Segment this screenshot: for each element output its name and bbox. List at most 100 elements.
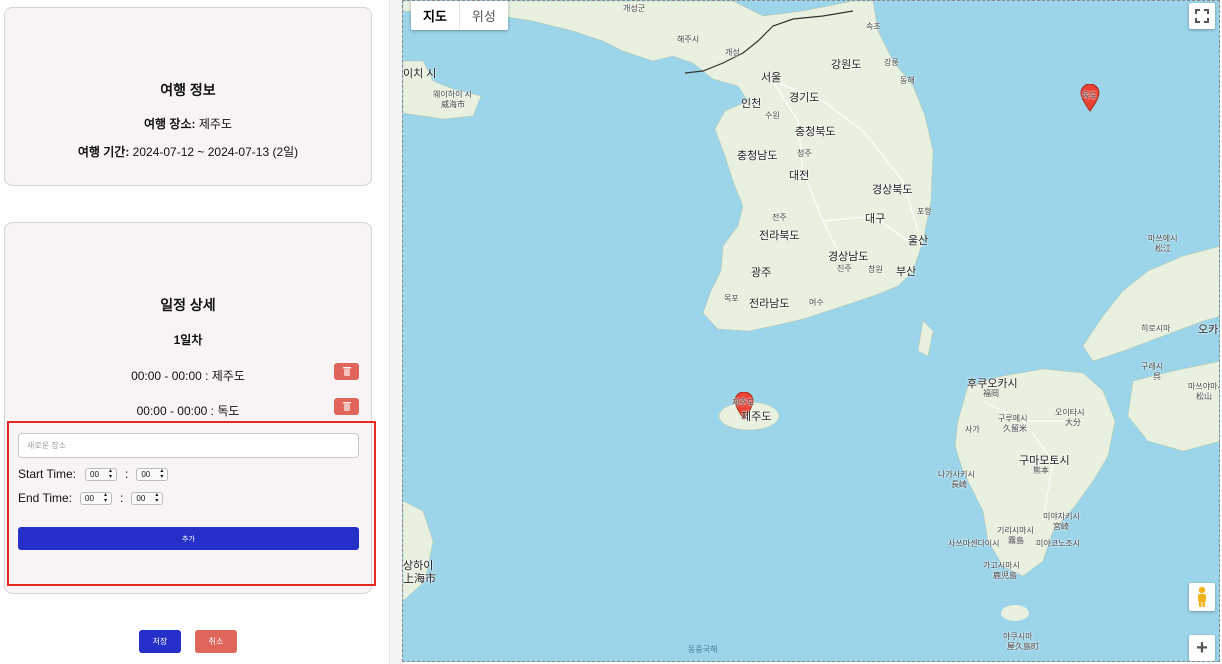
- map-type-satellite-button[interactable]: 위성: [460, 1, 508, 30]
- delete-button[interactable]: [334, 363, 359, 380]
- map-label: 上海市: [403, 573, 436, 585]
- start-minute-select[interactable]: 00 ▴ ▾: [136, 467, 169, 481]
- china-coast: [403, 500, 434, 602]
- trip-period-line: 여행 기간: 2024-07-12 ~ 2024-07-13 (2일): [5, 143, 371, 160]
- start-hour-select[interactable]: 00 ▴ ▾: [85, 467, 118, 481]
- map-label: 청주: [797, 149, 812, 158]
- jeju-pin-label: 제주도: [732, 398, 755, 407]
- end-hour-select[interactable]: 00 ▴ ▾: [80, 491, 113, 505]
- time-separator: :: [120, 491, 124, 505]
- day-label: 1일차: [173, 333, 203, 347]
- map-label: 속초: [866, 22, 881, 31]
- schedule-title: 일정 상세: [160, 297, 216, 313]
- trip-period-value: 2024-07-12 ~ 2024-07-13 (2일): [132, 145, 299, 159]
- end-hour-value: 00: [85, 493, 94, 503]
- map-label: 해주시: [677, 35, 700, 44]
- end-minute-select[interactable]: 00 ▴ ▾: [131, 491, 164, 505]
- trip-info-card: 여행 정보 여행 장소: 제주도 여행 기간: 2024-07-12 ~ 202…: [4, 7, 372, 186]
- trip-period-label: 여행 기간:: [77, 145, 130, 159]
- end-time-row: End Time: 00 ▴ ▾ : 00 ▴ ▾: [18, 491, 164, 505]
- honshu-land: [1082, 246, 1219, 362]
- trip-info-title: 여행 정보: [160, 82, 216, 98]
- schedule-item-text: 00:00 - 00:00 : 독도: [136, 404, 240, 418]
- map-label: 宮崎: [1053, 522, 1069, 531]
- tsushima: [917, 320, 934, 357]
- map-label: 미야코노조시: [1036, 539, 1081, 548]
- add-schedule-form: Start Time: 00 ▴▾ : 00 ▴▾ End Time: 00 ▴▾ :…: [7, 421, 376, 586]
- trip-place-line: 여행 장소: 제주도: [5, 115, 371, 132]
- map-label: 威海市: [441, 100, 465, 109]
- map-label: 개성: [725, 48, 740, 57]
- map-label: 충청북도: [795, 126, 836, 138]
- new-place-input[interactable]: [18, 433, 359, 458]
- map-label: 久留米: [1003, 424, 1027, 433]
- map-label: 사가: [965, 425, 980, 434]
- left-panel: 여행 정보 여행 장소: 제주도 여행 기간: 2024-07-12 ~ 202…: [0, 0, 390, 664]
- map-label: 사쓰마센다이시: [948, 539, 1000, 548]
- start-time-row: Start Time: 00 ▴ ▾ : 00 ▴ ▾: [18, 467, 169, 481]
- map-label: 呉: [1153, 372, 1161, 381]
- map-label: 屋久島町: [1007, 642, 1039, 651]
- pegman-icon: [1198, 586, 1206, 607]
- map-label: 수원: [765, 111, 780, 120]
- end-time-label: End Time:: [18, 491, 73, 505]
- dokdo-pin-label: 독도: [1082, 91, 1097, 100]
- save-button[interactable]: 저장: [139, 630, 181, 653]
- add-button[interactable]: 추가: [18, 527, 359, 550]
- sea-label: 동중국해: [688, 645, 718, 654]
- map-label: 경상남도: [828, 251, 869, 263]
- fullscreen-icon: [1195, 9, 1209, 23]
- map-label: 서울: [761, 72, 782, 84]
- map-label: 제주도: [741, 411, 772, 423]
- map-label: 熊本: [1033, 466, 1049, 475]
- map-label: 대구: [865, 213, 886, 225]
- scrollbar[interactable]: [389, 0, 402, 664]
- map-label: 히로시마: [1141, 324, 1171, 333]
- zoom-in-button[interactable]: +: [1189, 635, 1215, 661]
- map-label: 포항: [917, 207, 932, 216]
- street-view-button[interactable]: [1189, 583, 1215, 611]
- select-arrows-icon: ▴ ▾: [160, 468, 164, 480]
- map-label: 鹿児島: [993, 571, 1017, 580]
- map-label: 전라북도: [759, 230, 800, 242]
- map-label: 진주: [837, 264, 852, 273]
- select-arrows-icon: ▴ ▾: [109, 468, 113, 480]
- map-label: 松江: [1155, 244, 1171, 253]
- map-label: 大分: [1065, 418, 1081, 427]
- map-label: 경상북도: [872, 184, 913, 196]
- map-label: 전라남도: [749, 298, 790, 310]
- time-separator: :: [125, 467, 129, 481]
- trash-icon: [342, 367, 351, 376]
- korea-land: [403, 1, 934, 332]
- map-label: 강원도: [831, 59, 862, 71]
- map-label: 오카: [1198, 324, 1219, 336]
- trash-icon: [342, 402, 351, 411]
- map-label: 霧島: [1008, 536, 1024, 545]
- map-label: 동해: [900, 76, 915, 85]
- map-label: 창원: [868, 265, 883, 274]
- map-label: 충청남도: [737, 150, 778, 162]
- start-hour-value: 00: [90, 469, 99, 479]
- map-type-map-button[interactable]: 지도: [411, 1, 460, 30]
- trip-place-label: 여행 장소:: [144, 117, 196, 131]
- map-label: 개성군: [623, 4, 646, 13]
- map-type-control: 지도 위성: [411, 1, 508, 30]
- map-label: 광주: [751, 267, 772, 279]
- map-label: 울산: [908, 235, 929, 247]
- map[interactable]: 지도 위성 + 개성군 해주시 개성 이치 시 웨이하이 시 威海市 서울 인천…: [402, 0, 1220, 662]
- map-label: 목포: [724, 294, 739, 303]
- map-label: 대전: [789, 170, 810, 182]
- cancel-button[interactable]: 취소: [195, 630, 237, 653]
- map-label: 경기도: [789, 92, 820, 104]
- fullscreen-button[interactable]: [1189, 3, 1215, 29]
- map-label: 長崎: [951, 480, 967, 489]
- map-label: 전주: [772, 213, 787, 222]
- map-label: 인천: [741, 98, 762, 110]
- map-label: 松山: [1196, 392, 1212, 401]
- map-label: 福岡: [983, 389, 999, 398]
- start-minute-value: 00: [141, 469, 151, 479]
- delete-button[interactable]: [334, 398, 359, 415]
- map-label: 여수: [809, 298, 824, 307]
- end-minute-value: 00: [136, 493, 146, 503]
- trip-place-value: 제주도: [198, 117, 232, 131]
